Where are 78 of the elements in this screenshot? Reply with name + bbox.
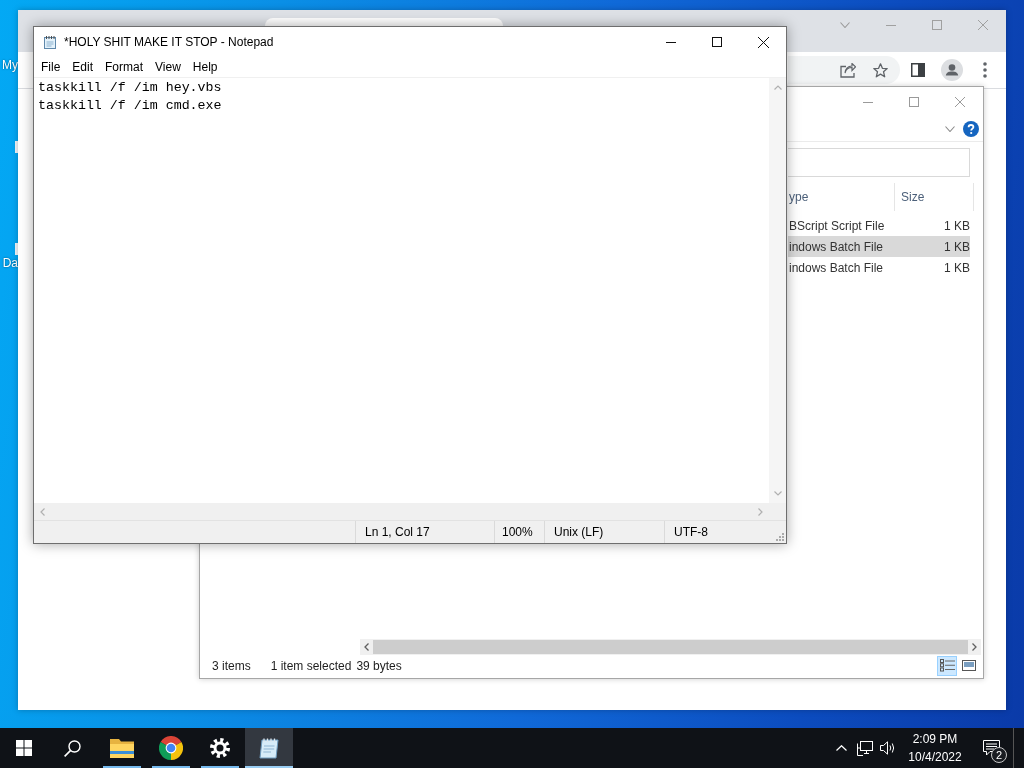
folder-icon (110, 738, 134, 758)
view-button[interactable] (937, 655, 957, 676)
close-icon (757, 36, 769, 48)
selection-size: 39 bytes (356, 658, 402, 673)
maximize-icon (712, 37, 722, 47)
menu-item[interactable]: File (35, 57, 67, 77)
file-size-cell-text: 1 KB (943, 260, 970, 275)
four-pane-logo-icon (16, 740, 32, 756)
status-text: Unix (LF) (554, 525, 604, 539)
selection-count: 1 item selected (270, 658, 352, 673)
chevron-up-icon (836, 745, 847, 751)
notepad-icon (258, 737, 280, 759)
avatar-icon (941, 59, 963, 81)
menu-item[interactable]: Edit (66, 57, 100, 77)
scroll-right-icon (972, 643, 977, 651)
network-monitor-icon (856, 740, 873, 756)
file-row[interactable]: indows Batch File 1 KB (788, 257, 970, 278)
text-line: taskkill /f /im cmd.exe (38, 97, 222, 115)
scrollbar-thumb[interactable] (373, 640, 968, 654)
maximize-icon (909, 97, 919, 107)
tricolor-circle-icon (159, 736, 183, 760)
column-header[interactable]: Size (895, 183, 974, 211)
file-size-cell-text: 1 KB (943, 239, 970, 254)
status-text: UTF-8 (674, 525, 708, 539)
notepad-icon (43, 35, 57, 49)
clock[interactable]: 2:09 PM 10/4/2022 (903, 728, 967, 768)
minimize-icon (666, 41, 676, 43)
vertical-dots-icon (983, 62, 987, 78)
scroll-left-icon (40, 507, 45, 516)
menu-item[interactable]: Help (186, 57, 224, 77)
scroll-down-icon (773, 491, 782, 496)
chevron-down-icon (840, 22, 850, 28)
maximize-icon (932, 20, 942, 30)
horizontal-scrollbar[interactable] (360, 639, 981, 655)
horizontal-scrollbar[interactable] (34, 503, 769, 520)
text-line: taskkill /f /im hey.vbs (38, 79, 222, 97)
window-title: *HOLY SHIT MAKE IT STOP - Notepad (64, 35, 274, 49)
menu-item[interactable]: View (149, 57, 187, 77)
menu-item[interactable]: Format (99, 57, 150, 77)
close-icon (978, 20, 988, 30)
share-icon (840, 62, 856, 78)
item-count: 3 items (212, 658, 251, 673)
status-text: 100% (502, 525, 533, 539)
scroll-left-icon (364, 643, 369, 651)
close-icon (955, 97, 965, 107)
minimize-icon (863, 101, 873, 103)
file-type-cell-text: indows Batch File (788, 260, 885, 275)
status-text: Ln 1, Col 17 (365, 525, 430, 539)
help-button[interactable] (963, 121, 979, 137)
file-row[interactable]: indows Batch File 1 KB (788, 236, 970, 257)
side-panel-icon (911, 63, 925, 77)
column-header[interactable]: ype (788, 183, 895, 211)
file-row[interactable]: BScript Script File 1 KB (788, 215, 970, 236)
chevron-down-icon (945, 126, 955, 132)
address-bar[interactable] (788, 56, 900, 84)
profile-button[interactable] (938, 56, 966, 84)
address-field[interactable] (788, 148, 970, 177)
scroll-up-icon (773, 85, 782, 90)
file-type-cell-text: indows Batch File (788, 239, 885, 254)
clock-time: 2:09 PM (912, 731, 958, 748)
action-center-button[interactable]: 2 (969, 728, 1013, 768)
gear-icon (210, 738, 230, 758)
minimize-icon (886, 24, 896, 26)
file-type-cell-text: BScript Script File (788, 218, 886, 233)
vertical-scrollbar[interactable] (769, 78, 786, 503)
help-icon (963, 121, 979, 137)
resize-grip-icon[interactable] (776, 533, 784, 541)
text-editor[interactable]: taskkill /f /im hey.vbs taskkill /f /im cmd.exe (34, 78, 769, 503)
file-size-cell-text: 1 KB (943, 218, 970, 233)
star-icon (872, 62, 888, 78)
notification-count: 2 (991, 747, 1007, 763)
taskbar-button[interactable] (245, 728, 293, 768)
search-icon (63, 739, 81, 757)
large-icons-view-icon (962, 660, 976, 671)
speaker-icon (879, 741, 896, 755)
scroll-right-icon (758, 507, 763, 516)
details-view-icon (939, 659, 955, 672)
clock-date: 10/4/2022 (908, 749, 962, 766)
